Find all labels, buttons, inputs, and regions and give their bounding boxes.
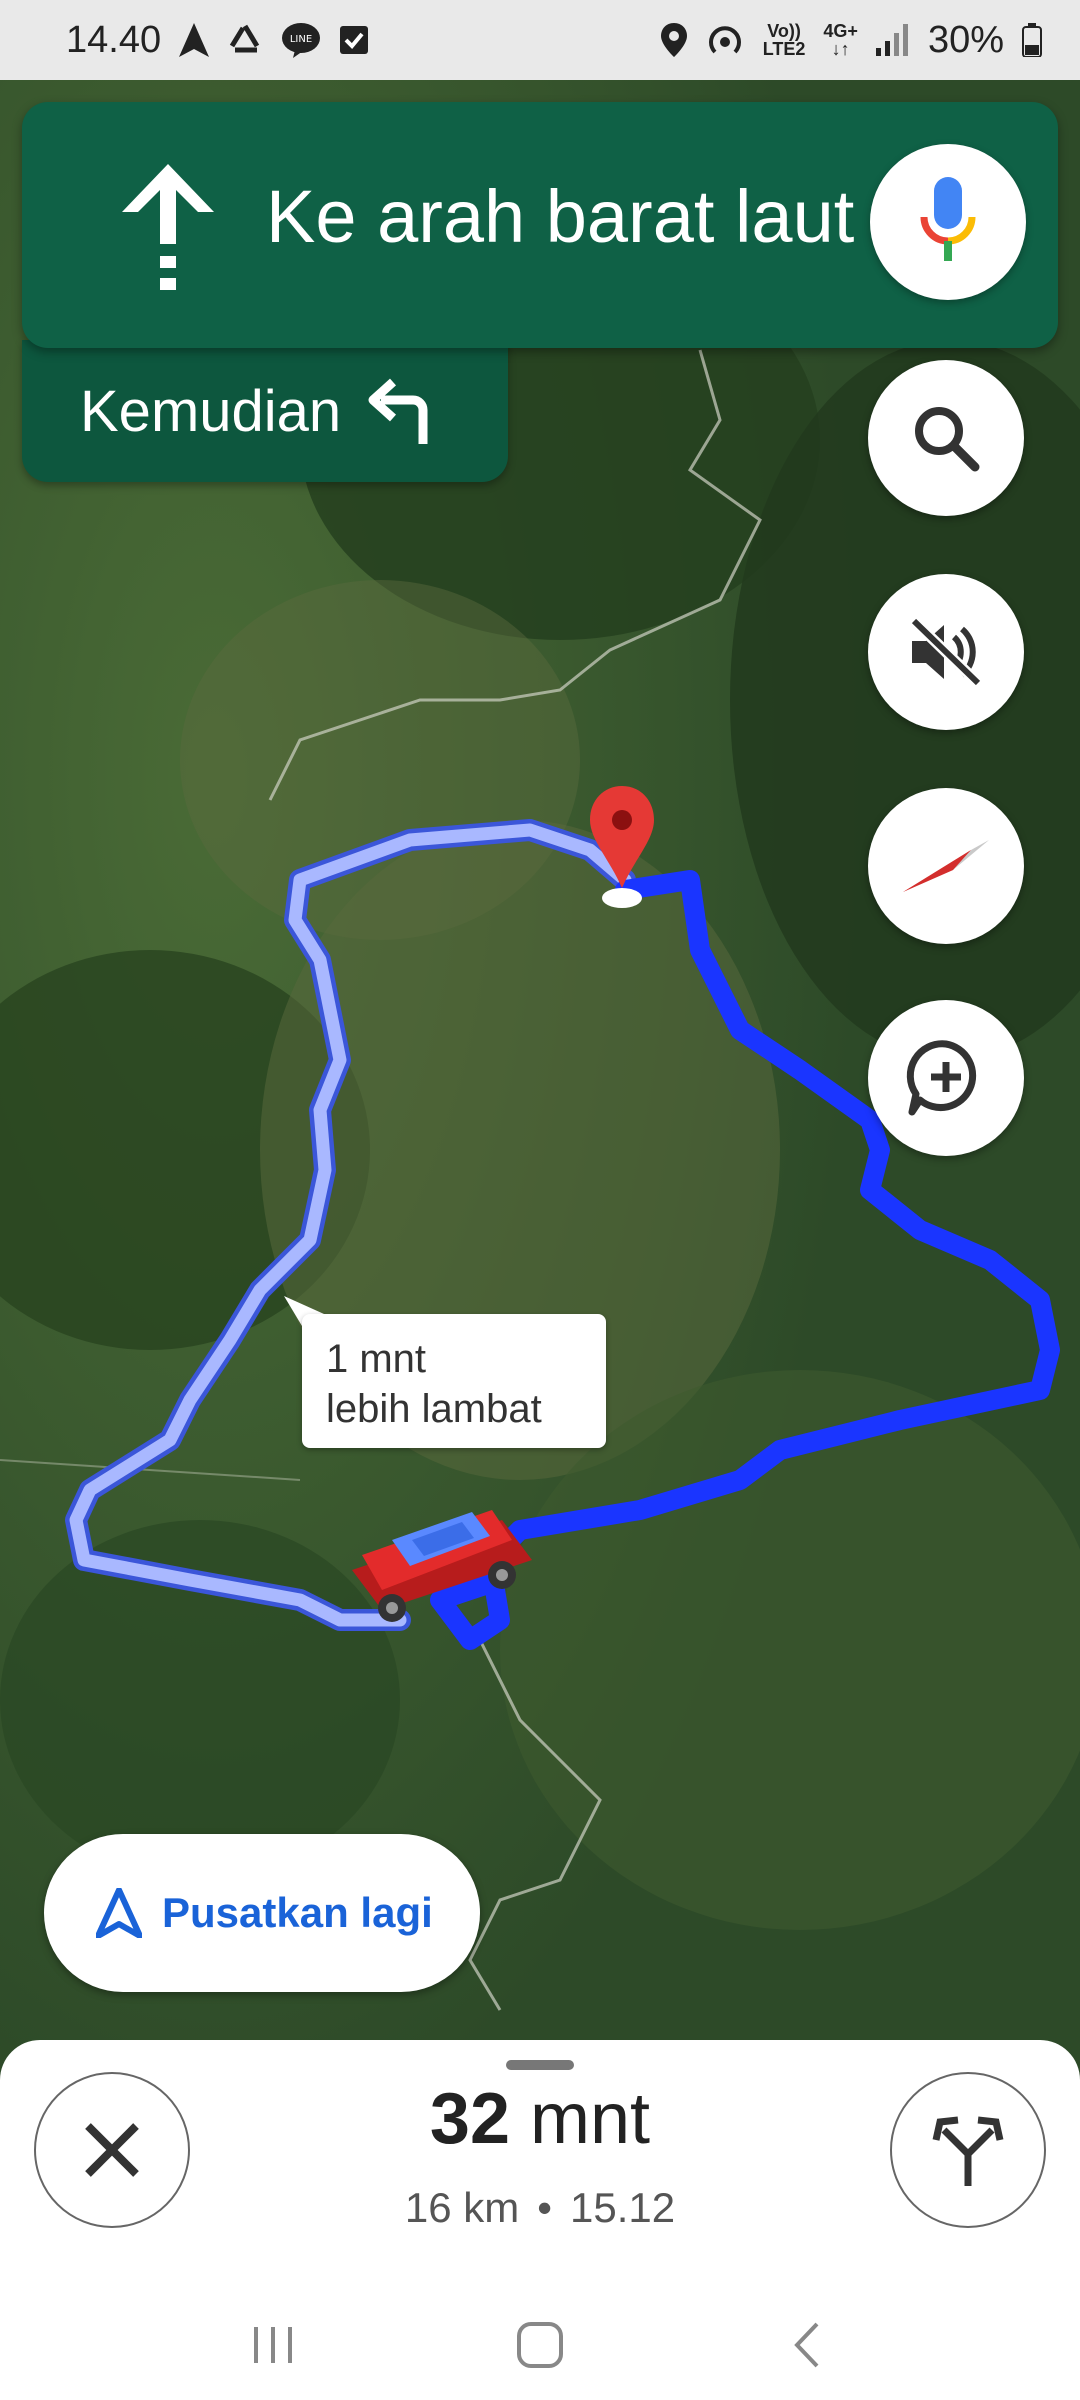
route-alternatives-button[interactable] bbox=[890, 2072, 1046, 2228]
arrival-time: 15.12 bbox=[569, 2184, 676, 2231]
home-button[interactable] bbox=[500, 2305, 580, 2385]
navigation-icon bbox=[179, 23, 210, 57]
microphone-icon bbox=[920, 177, 976, 261]
straight-arrow-icon bbox=[122, 164, 214, 290]
next-step-banner[interactable]: Kemudian bbox=[22, 340, 508, 482]
search-button[interactable] bbox=[868, 360, 1024, 516]
status-bar-right: Vo)) LTE2 4G+ ↓↑ 30% bbox=[660, 18, 1042, 62]
compass-button[interactable] bbox=[868, 788, 1024, 944]
home-icon bbox=[516, 2322, 563, 2368]
network-label-top: Vo)) bbox=[767, 21, 801, 41]
mute-icon bbox=[910, 617, 982, 687]
add-report-button[interactable] bbox=[868, 1000, 1024, 1156]
battery-icon bbox=[1022, 23, 1042, 57]
route-alternatives-icon bbox=[932, 2116, 1004, 2186]
system-navigation-bar bbox=[0, 2290, 1080, 2400]
meta-separator: • bbox=[537, 2184, 552, 2231]
navigation-banner[interactable]: Ke arah barat laut bbox=[22, 102, 1058, 348]
volte-icon: Vo)) LTE2 bbox=[763, 22, 806, 58]
data-arrows-icon: 4G+ ↓↑ bbox=[823, 21, 858, 59]
callout-line-2: lebih lambat bbox=[326, 1387, 542, 1431]
duration-unit: mnt bbox=[530, 2079, 651, 2159]
navigation-screen: 14.40 LINE Vo)) LTE2 4G+ ↓↑ 30% Ke arah … bbox=[0, 0, 1080, 2400]
next-step-label: Kemudian bbox=[80, 378, 342, 444]
recent-apps-icon bbox=[254, 2327, 293, 2363]
status-bar-left: 14.40 LINE bbox=[66, 19, 369, 62]
turn-left-icon bbox=[368, 378, 428, 444]
status-bar: 14.40 LINE Vo)) LTE2 4G+ ↓↑ 30% bbox=[0, 0, 1080, 80]
hotspot-icon bbox=[705, 22, 745, 58]
voice-search-button[interactable] bbox=[870, 144, 1026, 300]
line-app-icon: LINE bbox=[281, 22, 321, 58]
battery-percent: 30% bbox=[927, 18, 1004, 61]
network-label-bottom: LTE2 bbox=[762, 39, 806, 59]
recycle-icon bbox=[227, 22, 263, 58]
recenter-label: Pusatkan lagi bbox=[162, 1889, 433, 1936]
location-pin-icon bbox=[660, 23, 687, 57]
trip-distance: 16 km bbox=[404, 2184, 520, 2231]
search-icon bbox=[915, 407, 980, 472]
nav-instruction: Ke arah barat laut bbox=[266, 175, 855, 258]
farmland-area bbox=[180, 580, 580, 940]
callout-line-1: 1 mnt bbox=[326, 1337, 427, 1381]
duration-value: 32 bbox=[429, 2079, 511, 2159]
compass-icon bbox=[903, 840, 989, 892]
drag-handle[interactable] bbox=[506, 2060, 574, 2070]
navigation-arrow-icon bbox=[96, 1888, 142, 1938]
back-button[interactable] bbox=[767, 2305, 847, 2385]
data-type-label: 4G+ bbox=[823, 21, 858, 41]
recent-apps-button[interactable] bbox=[233, 2305, 313, 2385]
mute-button[interactable] bbox=[868, 574, 1024, 730]
back-icon bbox=[793, 2322, 819, 2368]
status-time: 14.40 bbox=[66, 18, 162, 61]
checkbox-icon bbox=[339, 25, 369, 55]
svg-text:LINE: LINE bbox=[290, 34, 312, 45]
recenter-button[interactable]: Pusatkan lagi bbox=[44, 1834, 480, 1992]
add-report-icon bbox=[906, 1040, 977, 1116]
signal-icon bbox=[875, 24, 910, 56]
alternative-route-callout[interactable]: 1 mnt lebih lambat bbox=[302, 1314, 606, 1448]
